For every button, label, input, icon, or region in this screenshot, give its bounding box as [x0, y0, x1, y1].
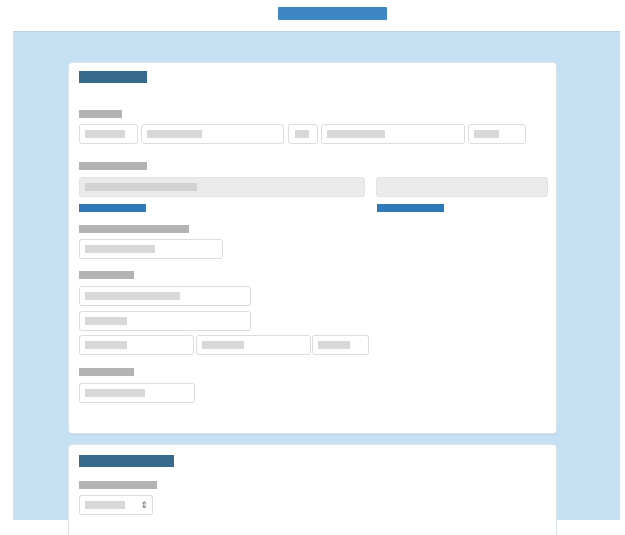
form-card-2: ⇕ — [68, 444, 557, 535]
name-field-2[interactable] — [141, 124, 284, 144]
section-title — [79, 71, 147, 83]
readonly-field-1 — [79, 177, 365, 197]
field3-input[interactable] — [79, 239, 223, 259]
change-link-1[interactable] — [79, 204, 146, 212]
change-link-2[interactable] — [377, 204, 444, 212]
address-zip[interactable] — [312, 335, 369, 355]
address-label — [79, 271, 134, 279]
field3-label — [79, 225, 189, 233]
name-field-5[interactable] — [468, 124, 526, 144]
header-banner[interactable] — [278, 7, 387, 20]
name-field-1[interactable] — [79, 124, 138, 144]
chevron-updown-icon: ⇕ — [140, 500, 148, 510]
readonly-label — [79, 162, 147, 170]
section-2-title — [79, 455, 174, 467]
address-city[interactable] — [79, 335, 194, 355]
form-card-1 — [68, 62, 557, 434]
field5-label — [79, 368, 134, 376]
field5-input[interactable] — [79, 383, 195, 403]
address-state[interactable] — [196, 335, 311, 355]
name-field-3[interactable] — [288, 124, 318, 144]
readonly-field-2 — [376, 177, 548, 197]
address-line-2[interactable] — [79, 311, 251, 331]
page-backdrop: ⇕ — [13, 31, 620, 535]
select-dropdown[interactable]: ⇕ — [79, 495, 153, 515]
address-line-1[interactable] — [79, 286, 251, 306]
name-label — [79, 110, 122, 118]
select-label — [79, 481, 157, 489]
name-field-4[interactable] — [321, 124, 465, 144]
